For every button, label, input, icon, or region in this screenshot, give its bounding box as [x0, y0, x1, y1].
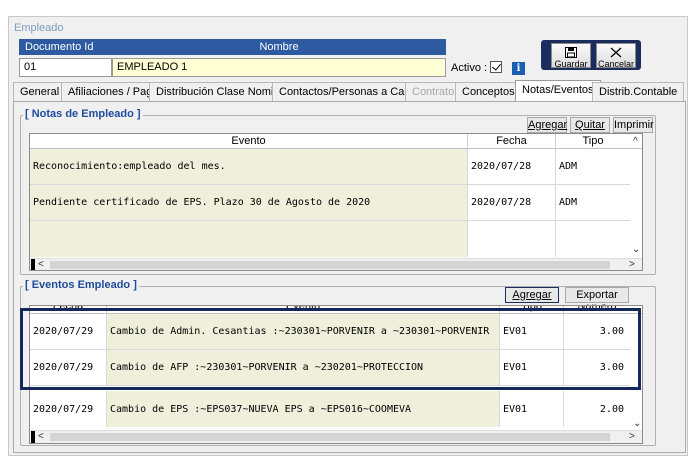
notes-cell-tipo: ADM — [559, 161, 578, 172]
events-cell-evento: Cambio de EPS :~EPS037~NUEVA EPS a ~EPS0… — [107, 391, 500, 427]
notes-grid: Evento Fecha Tipo Reconocimiento:emplead… — [29, 133, 643, 271]
active-control: Activo : — [451, 61, 503, 74]
events-grid-header: Fecha Evento Tipo Numero — [30, 306, 642, 314]
name-field[interactable]: EMPLEADO 1 — [112, 58, 446, 77]
notes-remove-label: Quitar — [575, 119, 605, 131]
table-row[interactable]: Reconocimiento:empleado del mes. 2020/07… — [30, 149, 630, 185]
events-cell-numero: 3.00 — [599, 326, 624, 337]
events-cell-tipo: EV01 — [500, 314, 564, 349]
events-hscrollbar[interactable]: < > — [30, 430, 642, 443]
cancel-button[interactable]: Cancelar — [596, 43, 636, 69]
notes-cell-fecha: 2020/07/28 — [468, 185, 556, 220]
floppy-disk-icon — [565, 47, 577, 58]
events-cell-tipo: EV01 — [500, 391, 564, 427]
notes-cell-evento: Pendiente certificado de EPS. Plazo 30 d… — [30, 185, 468, 220]
notes-cell-fecha — [468, 221, 556, 257]
events-cell-evento: Cambio de Admin. Cesantias :~230301~PORV… — [107, 314, 500, 349]
events-cell-numero: 2.00 — [599, 403, 624, 415]
tab-contactos-personas[interactable]: Contactos/Personas a Cargo — [272, 82, 428, 102]
events-add-button[interactable]: Agregar — [505, 287, 559, 303]
notes-print-label: Imprimir — [614, 119, 654, 131]
events-cell-numero: 3.00 — [599, 362, 624, 373]
document-id-field[interactable]: 01 — [19, 58, 112, 77]
events-grid: Fecha Evento Tipo Numero 2020/07/29 Camb… — [29, 305, 643, 444]
window-title: Empleado — [14, 22, 64, 34]
notes-scroll-left-icon[interactable]: < — [38, 259, 44, 270]
notes-add-label: Agregar — [528, 119, 568, 131]
events-cell-fecha: 2020/07/29 — [30, 391, 107, 427]
notes-cell-evento — [30, 221, 468, 257]
notes-grid-header: Evento Fecha Tipo — [30, 134, 642, 149]
events-group-title: [ Eventos Empleado ] — [23, 279, 139, 291]
table-row[interactable]: 2020/07/29 Cambio de Admin. Cesantias :~… — [30, 314, 630, 350]
events-cell-tipo: EV01 — [500, 350, 564, 385]
tab-notas-eventos[interactable]: Notas/Eventos — [515, 80, 601, 103]
events-col-evento[interactable]: Evento — [107, 306, 500, 313]
name-header: Nombre — [112, 39, 446, 55]
events-scroll-down-icon[interactable]: ⌄ — [633, 418, 641, 429]
tab-conceptos[interactable]: Conceptos — [455, 82, 522, 102]
table-row[interactable]: 2020/07/29 Cambio de EPS :~EPS037~NUEVA … — [30, 391, 630, 427]
events-cell-fecha: 2020/07/29 — [30, 350, 107, 385]
events-col-numero[interactable]: Numero — [564, 306, 630, 313]
table-row[interactable]: 2020/07/29 Cambio de AFP :~230301~PORVEN… — [30, 350, 630, 386]
document-id-header: Documento Id — [19, 39, 112, 55]
notes-hscrollbar[interactable]: < > — [30, 258, 642, 270]
notes-col-fecha[interactable]: Fecha — [468, 134, 556, 149]
export-xls-button[interactable]: Exportar XLS — [565, 287, 629, 315]
events-col-tipo[interactable]: Tipo — [500, 306, 564, 313]
events-add-label: Agregar — [512, 289, 552, 301]
events-col-fecha[interactable]: Fecha — [30, 306, 107, 313]
active-checkbox[interactable] — [490, 61, 503, 73]
info-icon[interactable]: i — [512, 62, 525, 75]
table-row[interactable] — [30, 221, 630, 257]
notes-cell-tipo — [556, 221, 630, 257]
notes-scroll-up-icon[interactable]: ^ — [633, 136, 638, 147]
notes-hscroll-thumb[interactable] — [31, 259, 35, 270]
save-label: Guardar — [554, 59, 588, 69]
save-button[interactable]: Guardar — [551, 43, 591, 69]
tab-distrib-contable[interactable]: Distrib.Contable — [592, 82, 685, 102]
cancel-label: Cancelar — [597, 59, 635, 69]
events-cell-evento: Cambio de AFP :~230301~PORVENIR a ~23020… — [107, 350, 500, 385]
events-hscroll-track[interactable] — [50, 433, 610, 441]
events-cell-fecha: 2020/07/29 — [30, 314, 107, 349]
events-scroll-right-icon[interactable]: > — [629, 431, 635, 442]
notes-cell-evento: Reconocimiento:empleado del mes. — [30, 149, 468, 184]
tab-general[interactable]: General — [13, 82, 67, 102]
events-hscroll-thumb[interactable] — [31, 431, 35, 443]
notes-col-tipo[interactable]: Tipo — [556, 134, 630, 149]
close-icon — [610, 47, 622, 58]
notes-remove-button[interactable]: Quitar — [570, 117, 610, 133]
table-row[interactable]: Pendiente certificado de EPS. Plazo 30 d… — [30, 185, 630, 221]
notes-scroll-right-icon[interactable]: > — [629, 259, 635, 270]
notes-scroll-down-icon[interactable]: ⌄ — [632, 244, 640, 255]
notes-add-button[interactable]: Agregar — [527, 117, 567, 133]
notes-cell-fecha: 2020/07/28 — [468, 149, 556, 184]
notes-hscroll-track[interactable] — [50, 261, 610, 269]
notes-cell-tipo: ADM — [559, 197, 578, 208]
notes-print-button[interactable]: Imprimir — [613, 117, 654, 133]
events-scroll-left-icon[interactable]: < — [38, 431, 44, 442]
notes-col-evento[interactable]: Evento — [30, 134, 468, 149]
active-label: Activo : — [451, 62, 488, 74]
notes-group-title: [ Notas de Empleado ] — [23, 108, 143, 120]
